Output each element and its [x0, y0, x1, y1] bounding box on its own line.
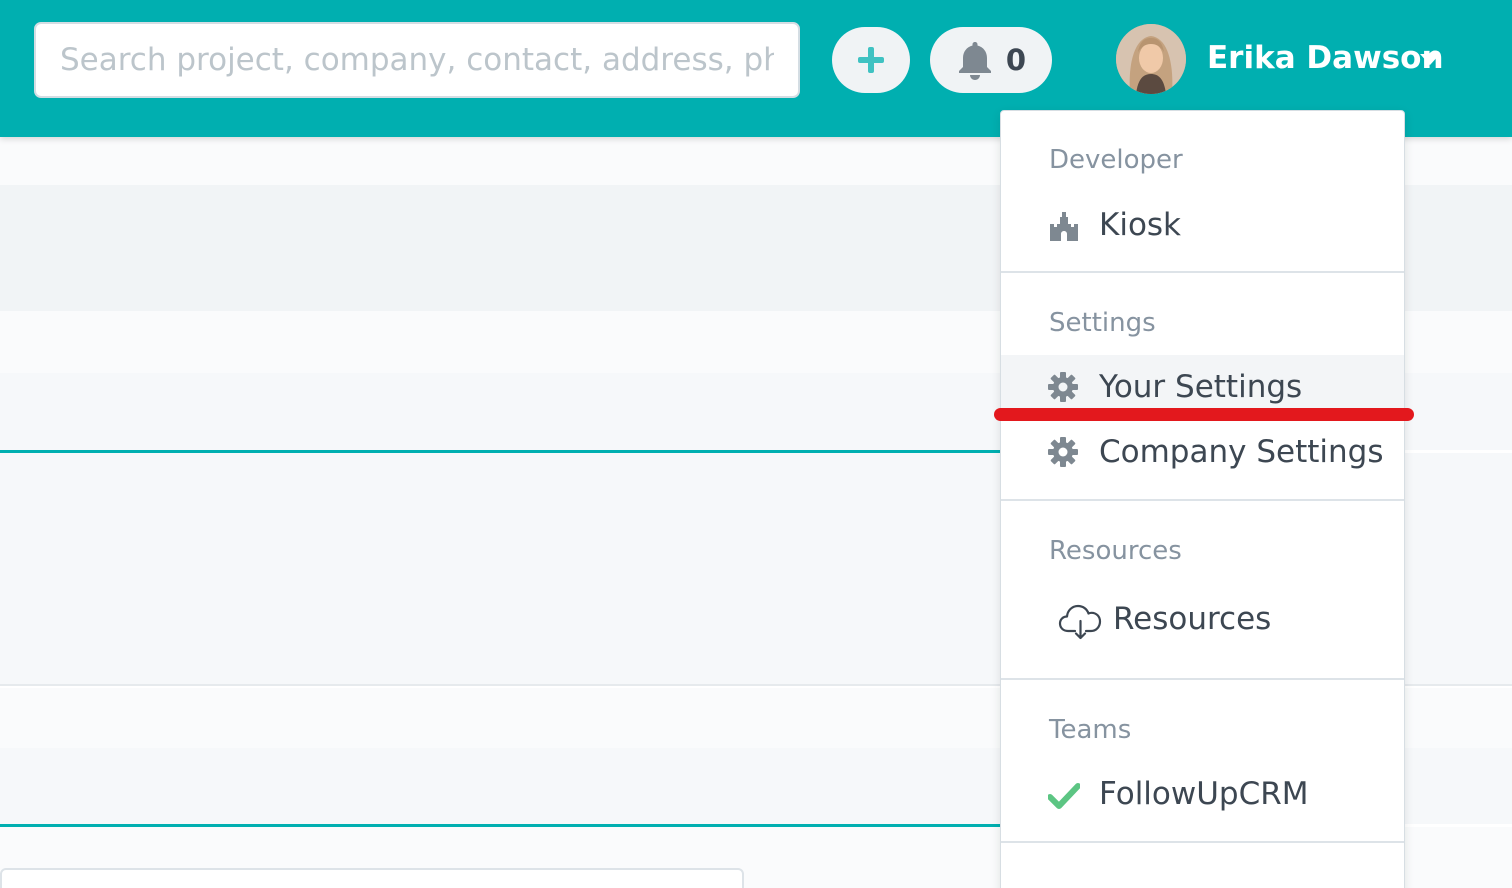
menu-item-company-settings[interactable]: Company Settings [1001, 423, 1404, 487]
menu-divider [1001, 271, 1404, 273]
notifications-button[interactable]: 0 [930, 27, 1052, 93]
user-photo [1116, 24, 1186, 94]
search-box[interactable] [34, 22, 800, 98]
menu-header-developer: Developer [1049, 145, 1183, 175]
bell-icon [958, 42, 991, 80]
menu-header-settings: Settings [1049, 308, 1156, 338]
caret-down-icon[interactable] [1420, 54, 1440, 65]
castle-icon [1048, 210, 1080, 242]
menu-item-label: Your Settings [1099, 369, 1303, 405]
check-icon [1048, 782, 1080, 810]
menu-item-label: FollowUpCRM [1099, 776, 1309, 812]
annotation-underline [994, 408, 1414, 421]
menu-divider [1001, 678, 1404, 680]
gear-icon [1048, 437, 1078, 467]
menu-item-label: Resources [1113, 601, 1272, 637]
add-button[interactable] [832, 27, 910, 93]
menu-header-teams: Teams [1049, 715, 1132, 745]
menu-item-resources[interactable]: Resources [1001, 589, 1404, 653]
cloud-download-icon [1058, 603, 1104, 641]
plus-icon [858, 47, 884, 73]
user-dropdown-menu: Developer Kiosk Settings Your Settings C… [1000, 110, 1405, 888]
menu-item-followupcrm[interactable]: FollowUpCRM [1001, 764, 1404, 828]
gear-icon [1048, 372, 1078, 402]
content-card [0, 868, 744, 888]
search-input[interactable] [36, 24, 798, 96]
menu-item-label: Kiosk [1099, 207, 1182, 243]
menu-divider [1001, 841, 1404, 843]
notification-count: 0 [1005, 43, 1027, 77]
user-name[interactable]: Erika Dawson [1207, 40, 1444, 76]
menu-item-label: Company Settings [1099, 434, 1384, 470]
menu-header-resources: Resources [1049, 536, 1182, 566]
menu-divider [1001, 499, 1404, 501]
menu-item-kiosk[interactable]: Kiosk [1001, 195, 1404, 259]
avatar[interactable] [1116, 24, 1186, 94]
